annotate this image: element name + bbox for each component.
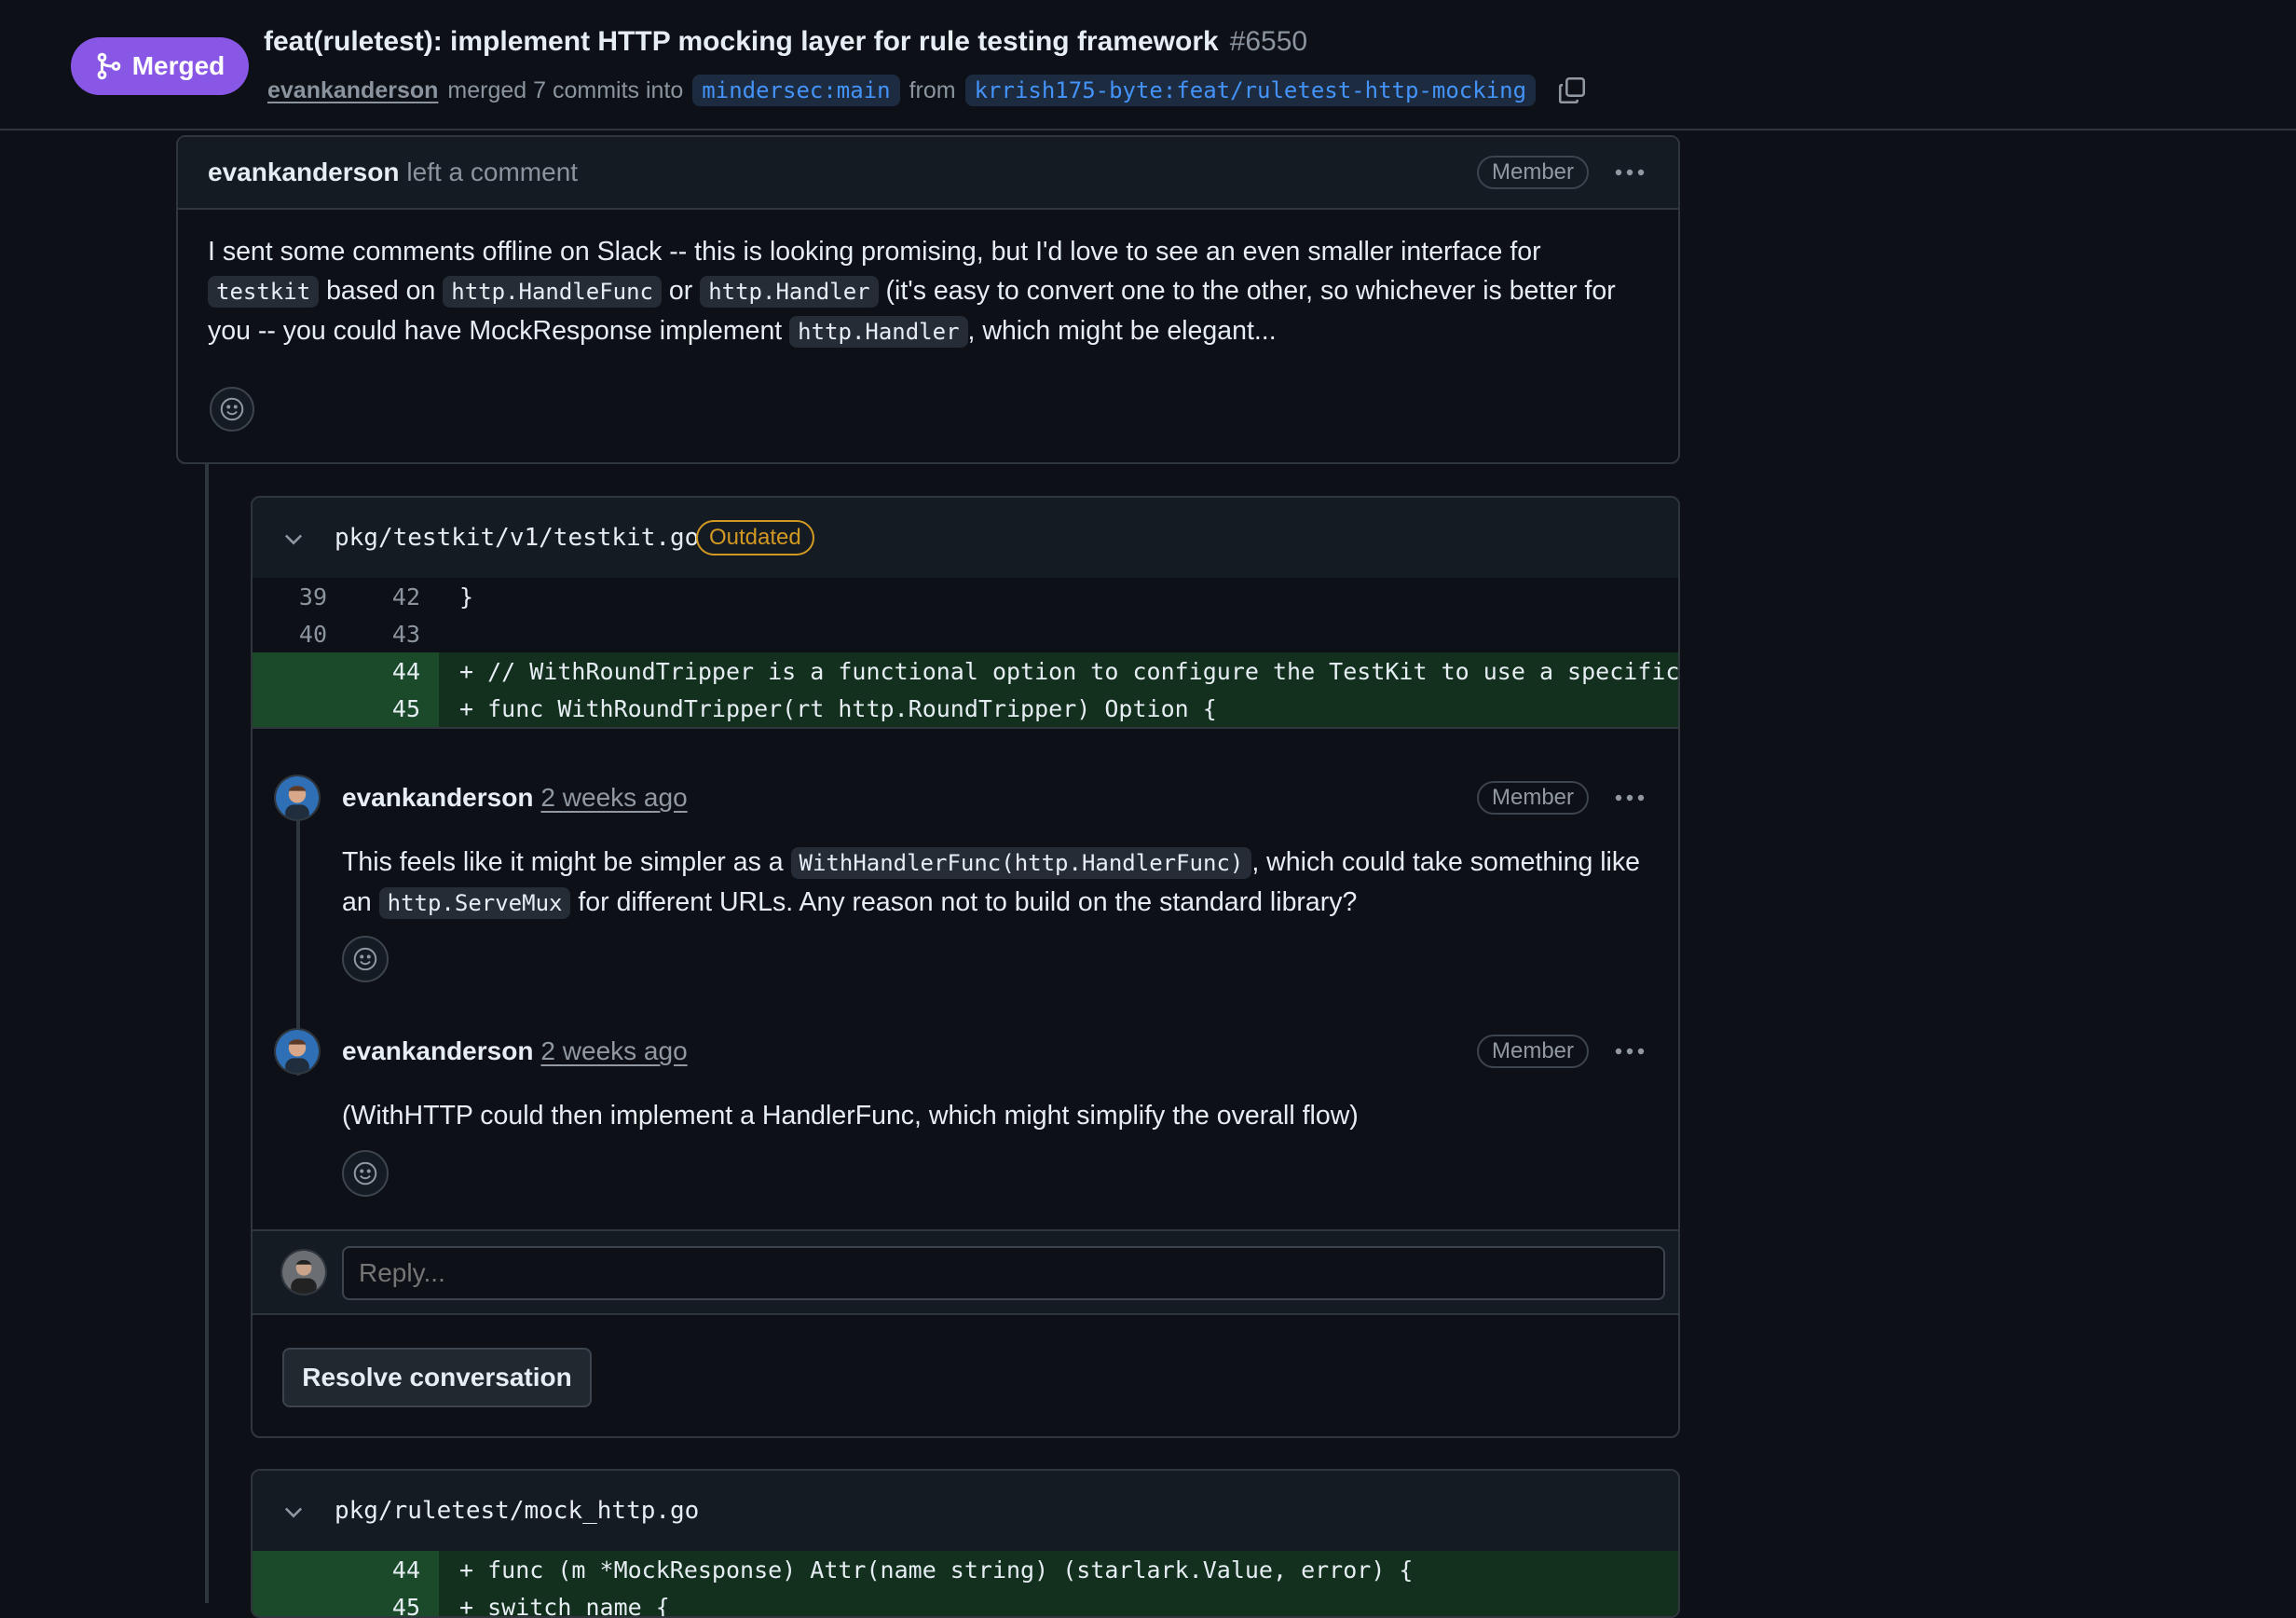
comment-author[interactable]: evankanderson <box>208 158 399 186</box>
file-header: pkg/testkit/v1/testkit.go Outdated <box>253 498 1678 578</box>
diff-line: 39 42 } <box>253 578 1678 615</box>
new-line-number: 45 <box>346 1588 439 1618</box>
diff-code: + func (m *MockResponse) Attr(name strin… <box>439 1556 1414 1584</box>
pr-number: #6550 <box>1230 26 1307 57</box>
diff-hunk: 44 + func (m *MockResponse) Attr(name st… <box>253 1551 1678 1618</box>
avatar-image <box>276 776 319 819</box>
comment-author-line: evankandersonleft a comment <box>208 158 578 187</box>
diff-code: + func WithRoundTripper(rt http.RoundTri… <box>439 695 1217 722</box>
comment-body: (WithHTTP could then implement a Handler… <box>342 1096 1647 1135</box>
inline-code: http.Handler <box>700 276 878 308</box>
diff-code: + // WithRoundTripper is a functional op… <box>439 658 1680 685</box>
base-branch[interactable]: mindersec:main <box>692 75 899 106</box>
review-thread: pkg/testkit/v1/testkit.go Outdated 39 42… <box>251 496 1680 1438</box>
reply-input[interactable] <box>342 1246 1665 1300</box>
comment-body: I sent some comments offline on Slack --… <box>208 232 1643 351</box>
pr-author-link[interactable]: evankanderson <box>267 77 438 104</box>
inline-code: http.Handler <box>789 316 967 348</box>
outdated-badge: Outdated <box>696 520 814 555</box>
chevron-down-icon[interactable] <box>280 526 307 552</box>
old-line-number <box>253 1551 346 1588</box>
member-badge: Member <box>1477 1035 1589 1068</box>
new-line-number: 45 <box>346 690 439 727</box>
kebab-menu-icon[interactable] <box>1613 167 1647 178</box>
current-user-avatar <box>280 1249 327 1296</box>
comment-text: for different URLs. Any reason not to bu… <box>570 887 1357 917</box>
old-line-number <box>253 652 346 690</box>
reply-bar <box>253 1229 1678 1315</box>
copy-icon[interactable] <box>1556 75 1588 106</box>
comment-body: This feels like it might be simpler as a… <box>342 843 1647 923</box>
file-path[interactable]: pkg/ruletest/mock_http.go <box>335 1497 699 1525</box>
comment-author[interactable]: evankanderson <box>342 1036 533 1065</box>
merged-label: Merged <box>132 51 226 81</box>
pr-meta: evankanderson merged 7 commits into mind… <box>267 73 1588 108</box>
smiley-icon <box>218 395 246 423</box>
diff-line-added: 45 + switch name { <box>253 1588 1678 1618</box>
inline-code: WithHandlerFunc(http.HandlerFunc) <box>791 847 1252 879</box>
kebab-menu-icon[interactable] <box>1613 792 1647 803</box>
old-line-number: 40 <box>253 615 346 652</box>
pr-title-text: feat(ruletest): implement HTTP mocking l… <box>264 26 1219 57</box>
head-branch[interactable]: krrish175-byte:feat/ruletest-http-mockin… <box>965 75 1536 106</box>
git-merge-icon <box>95 52 123 80</box>
comment-text: based on <box>319 276 443 306</box>
review-thread: pkg/ruletest/mock_http.go 44 + func (m *… <box>251 1469 1680 1618</box>
member-badge: Member <box>1477 156 1589 189</box>
comment-action: left a comment <box>406 158 578 186</box>
add-reaction-button[interactable] <box>210 387 254 432</box>
comment-text: I sent some comments offline on Slack --… <box>208 237 1541 267</box>
kebab-menu-icon[interactable] <box>1613 1046 1647 1057</box>
diff-code: } <box>439 583 473 610</box>
avatar-image <box>282 1251 325 1294</box>
inline-code: testkit <box>208 276 319 308</box>
old-line-number <box>253 1588 346 1618</box>
pr-title: feat(ruletest): implement HTTP mocking l… <box>264 26 1307 58</box>
diff-code: + switch name { <box>439 1594 670 1618</box>
inline-code: http.HandleFunc <box>443 276 662 308</box>
new-line-number: 43 <box>346 615 439 652</box>
new-line-number: 44 <box>346 652 439 690</box>
diff-line-added: 44 + func (m *MockResponse) Attr(name st… <box>253 1551 1678 1588</box>
pr-header: Merged feat(ruletest): implement HTTP mo… <box>0 0 2296 130</box>
old-line-number <box>253 690 346 727</box>
inline-code: http.ServeMux <box>379 887 571 919</box>
smiley-icon <box>351 945 379 973</box>
file-header: pkg/ruletest/mock_http.go <box>253 1471 1678 1551</box>
comment-text: , which might be elegant... <box>968 316 1277 346</box>
diff-line: 40 43 <box>253 615 1678 652</box>
avatar[interactable] <box>274 775 321 821</box>
comment-author[interactable]: evankanderson <box>342 783 533 812</box>
comment-author-line: evankanderson2 weeks ago <box>342 1036 688 1066</box>
from-text: from <box>909 77 956 104</box>
diff-line-added: 44 + // WithRoundTripper is a functional… <box>253 652 1678 690</box>
avatar[interactable] <box>274 1028 321 1075</box>
new-line-number: 42 <box>346 578 439 615</box>
review-comment: evankandersonleft a comment Member I sen… <box>176 135 1680 464</box>
comment-text: This feels like it might be simpler as a <box>342 847 791 877</box>
timeline-line <box>205 464 209 1603</box>
diff-line-added: 45 + func WithRoundTripper(rt http.Round… <box>253 690 1678 727</box>
avatar-image <box>276 1030 319 1073</box>
chevron-down-icon[interactable] <box>280 1499 307 1525</box>
smiley-icon <box>351 1159 379 1187</box>
add-reaction-button[interactable] <box>342 936 389 982</box>
merged-status-badge: Merged <box>71 37 249 95</box>
merge-text: merged 7 commits into <box>447 77 683 104</box>
comment-author-line: evankanderson2 weeks ago <box>342 783 688 813</box>
member-badge: Member <box>1477 781 1589 815</box>
resolve-conversation-button[interactable]: Resolve conversation <box>282 1348 592 1407</box>
add-reaction-button[interactable] <box>342 1150 389 1197</box>
new-line-number: 44 <box>346 1551 439 1588</box>
comment-timestamp[interactable]: 2 weeks ago <box>540 1036 687 1065</box>
file-path[interactable]: pkg/testkit/v1/testkit.go <box>335 524 699 552</box>
old-line-number: 39 <box>253 578 346 615</box>
comment-text: or <box>662 276 700 306</box>
comment-header: evankandersonleft a comment Member <box>178 137 1678 210</box>
comment-timestamp[interactable]: 2 weeks ago <box>540 783 687 812</box>
diff-hunk: 39 42 } 40 43 44 + // WithRoundTripper i… <box>253 578 1678 729</box>
